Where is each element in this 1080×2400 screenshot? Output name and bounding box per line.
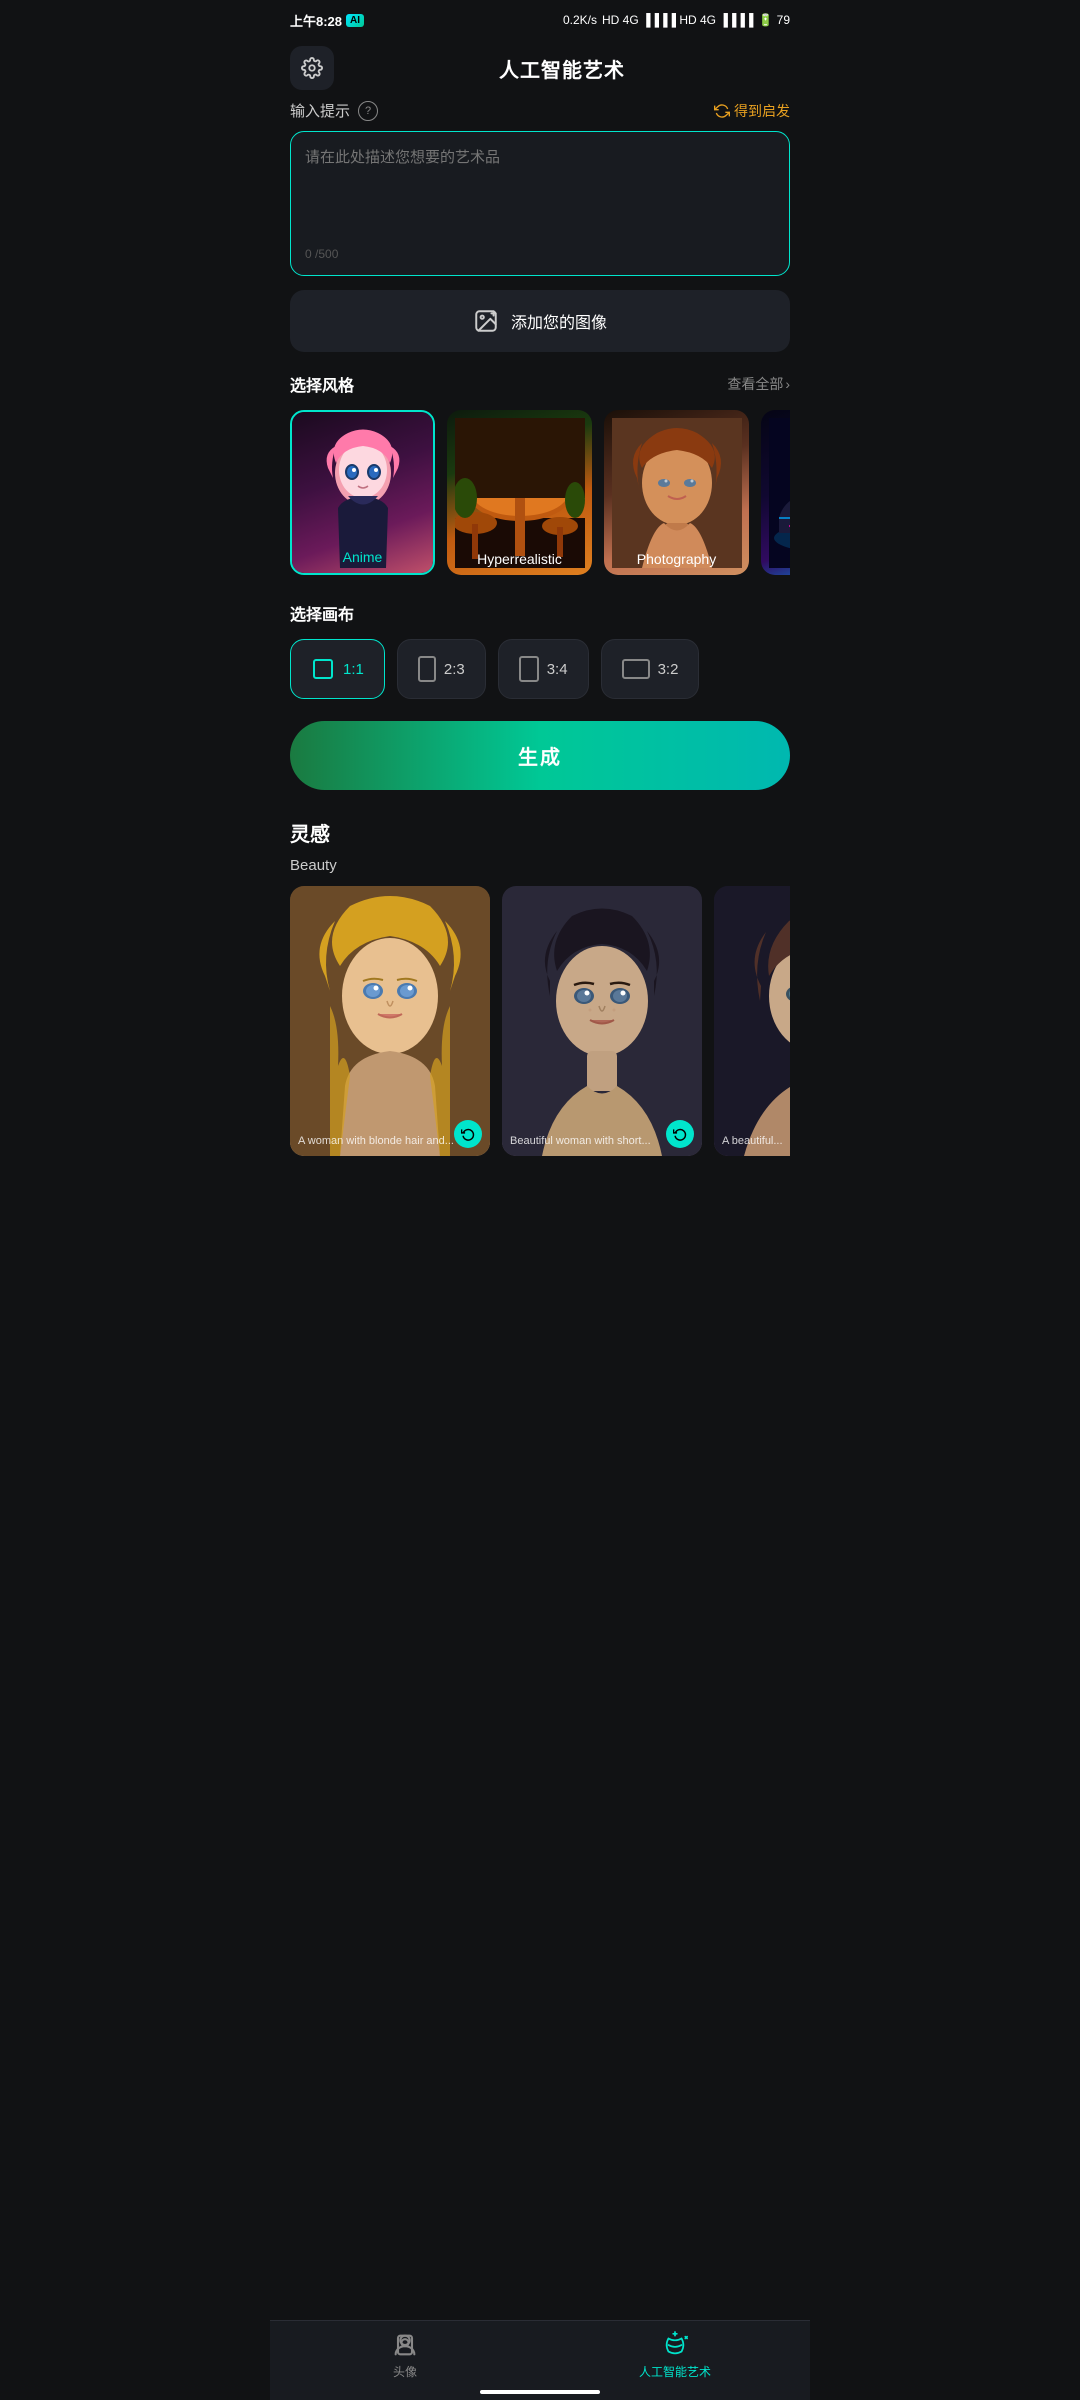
add-image-button[interactable]: 添加您的图像	[290, 290, 790, 352]
inspiration-card-2[interactable]: Beautiful woman with short...	[502, 886, 702, 1156]
canvas-section-title: 选择画布	[290, 601, 354, 625]
style-hyperrealistic-label: Hyperrealistic	[447, 551, 592, 567]
inspiration-category: Beauty	[290, 857, 790, 874]
settings-button[interactable]	[290, 46, 334, 90]
canvas-1-1-label: 1:1	[343, 661, 364, 678]
char-count: 0 /500	[305, 247, 775, 261]
inspire-link-text: 得到启发	[734, 101, 790, 121]
nav-item-ai-art[interactable]: 人工智能艺术	[540, 2331, 810, 2380]
portrait-nav-icon	[391, 2331, 419, 2359]
prompt-input[interactable]	[305, 146, 775, 236]
landscape-icon	[622, 659, 650, 679]
ai-art-nav-icon	[661, 2331, 689, 2359]
insp-card-2-refresh[interactable]	[666, 1120, 694, 1148]
style-section-title: 选择风格	[290, 372, 354, 396]
inspiration-grid: A woman with blonde hair and...	[290, 886, 790, 1256]
style-scroll: Anime	[290, 410, 790, 579]
canvas-option-3-2[interactable]: 3:2	[601, 639, 700, 699]
canvas-option-1-1[interactable]: 1:1	[290, 639, 385, 699]
anime-art	[298, 418, 428, 568]
page-title: 人工智能艺术	[334, 54, 790, 83]
insp-card-3-label: A beautiful...	[722, 1134, 790, 1148]
canvas-option-2-3[interactable]: 2:3	[397, 639, 486, 699]
bottom-nav: 头像 人工智能艺术	[270, 2320, 810, 2400]
beauty-art-2	[502, 886, 702, 1156]
inspiration-card-3[interactable]: A beautiful...	[714, 886, 790, 1156]
header: 人工智能艺术	[270, 36, 810, 100]
ai-art-nav-label: 人工智能艺术	[639, 2363, 711, 2380]
style-section-header: 选择风格 查看全部 ›	[290, 372, 790, 396]
insp-card-1-refresh[interactable]	[454, 1120, 482, 1148]
inspiration-section: 灵感 Beauty	[290, 818, 790, 1256]
portrait-nav-label: 头像	[393, 2363, 417, 2380]
network-icons: HD 4G ▐▐▐▐ HD 4G ▐▐▐▐	[602, 13, 753, 27]
prompt-label: 输入提示	[290, 100, 350, 121]
status-bar: 上午8:28 AI 0.2K/s HD 4G ▐▐▐▐ HD 4G ▐▐▐▐ 🔋…	[270, 0, 810, 36]
image-add-icon	[473, 308, 499, 334]
portrait-icon	[418, 656, 436, 682]
status-right: 0.2K/s HD 4G ▐▐▐▐ HD 4G ▐▐▐▐ 🔋 79	[563, 13, 790, 27]
status-time: 上午8:28 AI	[290, 11, 364, 30]
inspiration-title: 灵感	[290, 818, 790, 847]
cyberpunk-art	[769, 418, 791, 568]
style-card-photography[interactable]: Photography	[604, 410, 749, 575]
nav-item-portrait[interactable]: 头像	[270, 2331, 540, 2380]
hyperrealistic-art	[455, 418, 585, 568]
canvas-3-2-label: 3:2	[658, 661, 679, 678]
style-cyberpunk-label: Cybe...	[761, 551, 790, 567]
inspire-link[interactable]: 得到启发	[714, 101, 790, 121]
canvas-3-4-label: 3:4	[547, 661, 568, 678]
canvas-section-header: 选择画布	[290, 601, 790, 625]
style-card-anime[interactable]: Anime	[290, 410, 435, 575]
battery-level: 🔋 79	[758, 13, 790, 27]
main-content: 输入提示 ? 得到启发 0 /500 添加您的图像 选择风格 查看全部 ›	[270, 100, 810, 1256]
style-anime-label: Anime	[292, 549, 433, 565]
style-card-hyperrealistic[interactable]: Hyperrealistic	[447, 410, 592, 575]
ai-badge: AI	[346, 14, 364, 27]
beauty-art-1	[290, 886, 490, 1156]
square-icon	[311, 657, 335, 681]
help-icon[interactable]: ?	[358, 101, 378, 121]
network-speed: 0.2K/s	[563, 13, 597, 27]
style-photography-label: Photography	[604, 551, 749, 567]
view-all-button[interactable]: 查看全部 ›	[727, 374, 790, 394]
prompt-label-row: 输入提示 ? 得到启发	[290, 100, 790, 121]
photography-art	[612, 418, 742, 568]
home-indicator	[480, 2390, 600, 2394]
prompt-area-wrapper: 0 /500	[290, 131, 790, 276]
generate-button[interactable]: 生成	[290, 721, 790, 790]
inspiration-card-1[interactable]: A woman with blonde hair and...	[290, 886, 490, 1156]
canvas-scroll: 1:1 2:3 3:4	[290, 639, 790, 699]
add-image-label: 添加您的图像	[511, 309, 607, 333]
canvas-2-3-label: 2:3	[444, 661, 465, 678]
style-card-cyberpunk[interactable]: Cybe...	[761, 410, 790, 575]
portrait2-icon	[519, 656, 539, 682]
canvas-option-3-4[interactable]: 3:4	[498, 639, 589, 699]
beauty-art-3	[714, 886, 790, 1156]
